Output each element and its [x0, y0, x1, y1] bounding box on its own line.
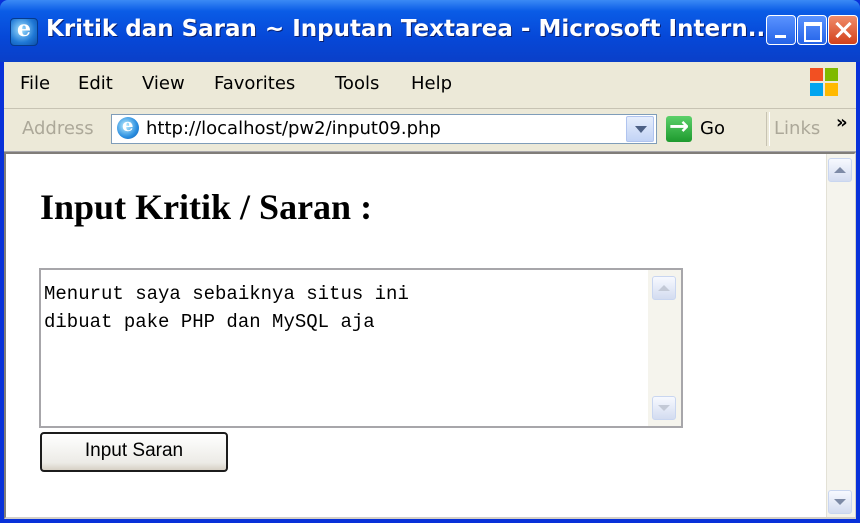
- textarea-scroll-down-button[interactable]: [652, 396, 676, 420]
- textarea-value[interactable]: Menurut saya sebaiknya situs ini dibuat …: [44, 280, 604, 336]
- title-bar[interactable]: Kritik dan Saran ~ Inputan Textarea - Mi…: [0, 0, 860, 62]
- menu-favorites[interactable]: Favorites: [214, 73, 295, 94]
- maximize-button[interactable]: [797, 15, 827, 45]
- toolbar-separator: [766, 112, 770, 146]
- go-arrow-icon[interactable]: [666, 112, 692, 142]
- browser-window: Kritik dan Saran ~ Inputan Textarea - Mi…: [0, 0, 860, 523]
- textarea-scroll-up-button[interactable]: [652, 276, 676, 300]
- scroll-up-button[interactable]: [828, 158, 852, 182]
- address-dropdown-button[interactable]: [626, 116, 654, 142]
- scroll-down-button[interactable]: [828, 490, 852, 514]
- menu-file[interactable]: File: [20, 73, 50, 94]
- close-button[interactable]: [828, 15, 858, 45]
- menu-edit[interactable]: Edit: [78, 73, 113, 94]
- input-saran-button[interactable]: Input Saran: [40, 432, 228, 472]
- menu-tools[interactable]: Tools: [335, 73, 379, 94]
- go-button-label[interactable]: Go: [700, 118, 725, 139]
- page-heading: Input Kritik / Saran :: [40, 187, 373, 227]
- menu-view[interactable]: View: [142, 73, 185, 94]
- window-title: Kritik dan Saran ~ Inputan Textarea - Mi…: [46, 16, 774, 42]
- address-url[interactable]: http://localhost/pw2/input09.php: [146, 118, 441, 139]
- links-button[interactable]: Links: [774, 118, 820, 139]
- menu-help[interactable]: Help: [411, 73, 452, 94]
- windows-logo-icon: [810, 68, 840, 98]
- page-scrollbar[interactable]: [826, 154, 855, 517]
- chevron-right-icon[interactable]: »: [836, 112, 848, 133]
- minimize-button[interactable]: [766, 15, 796, 45]
- address-label: Address: [22, 118, 94, 139]
- page-icon: [117, 115, 139, 139]
- internet-explorer-icon: [10, 16, 38, 46]
